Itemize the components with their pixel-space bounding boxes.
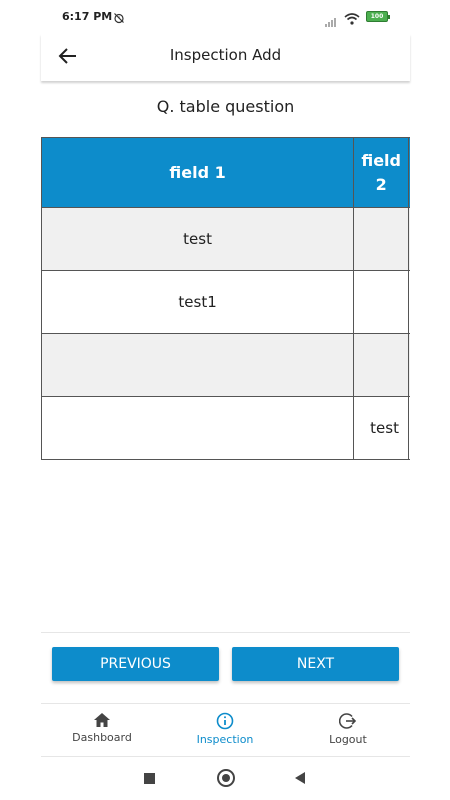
battery-icon: 100 [366, 11, 390, 22]
bottom-navigation: Dashboard Inspection Logout [41, 703, 410, 757]
question-label: Q. table question [156, 97, 295, 116]
nav-label: Dashboard [72, 731, 132, 744]
table-header-field-3 [408, 137, 410, 208]
nav-item-dashboard[interactable]: Dashboard [42, 710, 162, 744]
logout-icon [339, 713, 357, 729]
nav-item-logout[interactable]: Logout [288, 710, 408, 746]
system-navigation-bar [0, 760, 450, 800]
table-cell[interactable] [41, 333, 355, 397]
status-bar: 6:17 PM 100 [0, 0, 450, 34]
table-row: test [41, 207, 410, 271]
home-icon [94, 713, 110, 727]
next-button[interactable]: NEXT [232, 647, 399, 681]
recent-apps-icon[interactable] [144, 773, 155, 784]
table-cell[interactable] [353, 207, 410, 271]
table-cell[interactable] [408, 207, 410, 271]
wifi-icon [344, 10, 360, 29]
table-header-field-2: field 2 [353, 137, 410, 208]
table-cell[interactable] [408, 333, 410, 397]
table-cell[interactable] [353, 333, 410, 397]
nav-item-inspection[interactable]: Inspection [165, 710, 285, 746]
nav-label: Inspection [196, 733, 254, 746]
table-question-grid[interactable]: field 1 field 2 test test1 test [41, 137, 410, 460]
table-cell[interactable] [408, 270, 410, 334]
table-row [41, 333, 410, 397]
app-bar: Inspection Add [41, 34, 410, 81]
table-header-row: field 1 field 2 [41, 137, 410, 208]
table-row: test [41, 396, 410, 460]
battery-level: 100 [370, 13, 384, 20]
table-cell[interactable]: test [353, 396, 410, 460]
info-icon [216, 712, 234, 730]
data-table: field 1 field 2 test test1 test [41, 137, 410, 460]
table-cell[interactable]: test [41, 207, 355, 271]
table-cell[interactable]: test1 [41, 270, 355, 334]
alarm-off-icon [113, 9, 125, 28]
nav-label: Logout [329, 733, 367, 746]
status-time: 6:17 PM [62, 10, 113, 23]
home-button-icon[interactable] [217, 769, 235, 787]
table-cell[interactable] [41, 396, 355, 460]
table-cell[interactable] [408, 396, 410, 460]
table-cell[interactable] [353, 270, 410, 334]
previous-button[interactable]: PREVIOUS [52, 647, 219, 681]
divider [41, 632, 410, 633]
signal-icon [325, 12, 339, 31]
system-back-icon[interactable] [295, 772, 305, 784]
page-title: Inspection Add [169, 46, 282, 64]
table-header-field-1: field 1 [41, 137, 355, 208]
table-row: test1 [41, 270, 410, 334]
